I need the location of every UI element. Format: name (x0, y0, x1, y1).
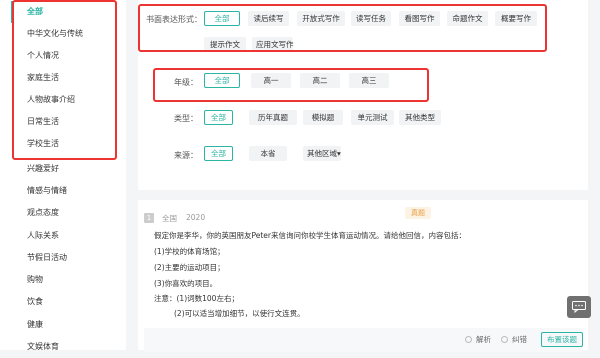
grade-chip-g3[interactable]: 高三 (349, 73, 389, 88)
sidebar-item-relationships[interactable]: 人际关系 (0, 225, 126, 247)
question-number: 1 (144, 213, 154, 223)
type-chip-other[interactable]: 其他类型 (399, 110, 441, 125)
sidebar-item-holidays[interactable]: 节假日活动 (0, 247, 126, 269)
chat-bubble-icon (572, 301, 586, 313)
report-error-button[interactable]: 纠错 (501, 334, 527, 345)
sidebar-item-opinions[interactable]: 观点态度 (0, 202, 126, 224)
question-text-line: (2)主要的运动项目； (154, 263, 225, 272)
question-text-line: 注意：(1)词数100左右； (154, 294, 239, 303)
chat-button[interactable] (567, 296, 591, 318)
circle-icon (501, 336, 508, 343)
form-chip-prompt-essay[interactable]: 提示作文 (204, 37, 246, 52)
sidebar-item-school-life[interactable]: 学校生活 (0, 133, 126, 155)
form-chip-practical[interactable]: 应用文写作 (252, 37, 294, 52)
form-chip-all[interactable]: 全部 (204, 11, 240, 26)
question-text-line: 假定你是李华，你的英国朋友Peter来信询问你校学生体育运动情况。请给他回信，内… (154, 231, 467, 240)
form-chip-continuation[interactable]: 读后续写 (248, 11, 289, 26)
question-year: 2020 (186, 213, 206, 222)
type-chip-past-papers[interactable]: 历年真题 (249, 110, 297, 125)
sidebar-item-all[interactable]: 全部 (0, 1, 126, 23)
sidebar-item-culture[interactable]: 中华文化与传统 (0, 23, 126, 45)
category-sidebar: 全部 中华文化与传统 个人情况 家庭生活 人物故事介绍 日常生活 学校生活 兴趣… (0, 0, 126, 351)
form-chip-open-writing[interactable]: 开放式写作 (297, 11, 345, 26)
type-chip-all[interactable]: 全部 (204, 110, 233, 125)
sidebar-item-daily-life[interactable]: 日常生活 (0, 111, 126, 133)
sidebar-item-food[interactable]: 饮食 (0, 291, 126, 313)
question-text-line: (1)学校的体育场馆； (154, 247, 225, 256)
analysis-label: 解析 (476, 335, 491, 344)
report-error-label: 纠错 (512, 335, 527, 344)
form-chip-topic-essay[interactable]: 命题作文 (447, 11, 488, 26)
grade-filter-label: 年级： (174, 78, 198, 87)
assign-question-button[interactable]: 布置该题 (541, 332, 583, 347)
source-filter-label: 来源： (174, 151, 198, 160)
checkbox-icon (465, 336, 472, 343)
type-chip-mock[interactable]: 模拟题 (303, 110, 343, 125)
question-text-line: (2)可以适当增加细节，以使行文连贯。 (174, 309, 305, 318)
form-filter-label: 书面表达形式： (146, 15, 202, 24)
sidebar-item-people[interactable]: 人物故事介绍 (0, 89, 126, 111)
question-text-line: (3)你喜欢的项目。 (154, 279, 218, 288)
sidebar-item-health[interactable]: 健康 (0, 314, 126, 336)
question-region: 全国 (162, 214, 177, 223)
source-dropdown-other-regions[interactable]: 其他区域▾ (303, 146, 341, 161)
type-chip-unit-test[interactable]: 单元测试 (351, 110, 394, 125)
analysis-toggle[interactable]: 解析 (465, 334, 491, 345)
source-chip-all[interactable]: 全部 (204, 146, 233, 161)
sidebar-item-personal[interactable]: 个人情况 (0, 45, 126, 67)
source-chip-this-province[interactable]: 本省 (249, 146, 287, 161)
grade-chip-g1[interactable]: 高一 (251, 73, 291, 88)
type-filter-label: 类型： (174, 114, 198, 123)
form-chip-read-write[interactable]: 读写任务 (351, 11, 391, 26)
question-card: 1 全国 2020 假定你是李华，你的英国朋友Peter来信询问你校学生体育运动… (138, 200, 588, 352)
sidebar-item-shopping[interactable]: 购物 (0, 269, 126, 291)
form-chip-picture-writing[interactable]: 看图写作 (399, 11, 440, 26)
sidebar-item-hobbies[interactable]: 兴趣爱好 (0, 158, 126, 180)
grade-chip-g2[interactable]: 高二 (300, 73, 340, 88)
grade-chip-all[interactable]: 全部 (204, 73, 240, 88)
sidebar-item-emotions[interactable]: 情感与情绪 (0, 180, 126, 202)
sidebar-item-family[interactable]: 家庭生活 (0, 67, 126, 89)
question-footer: 解析 纠错 布置该题 (144, 328, 583, 352)
real-exam-badge: 真题 (405, 207, 431, 219)
sidebar-item-entertainment[interactable]: 文娱体育 (0, 336, 126, 358)
filter-panel: 书面表达形式： 全部 读后续写 开放式写作 读写任务 看图写作 命题作文 概要写… (138, 0, 588, 190)
form-chip-summary[interactable]: 概要写作 (495, 11, 537, 26)
